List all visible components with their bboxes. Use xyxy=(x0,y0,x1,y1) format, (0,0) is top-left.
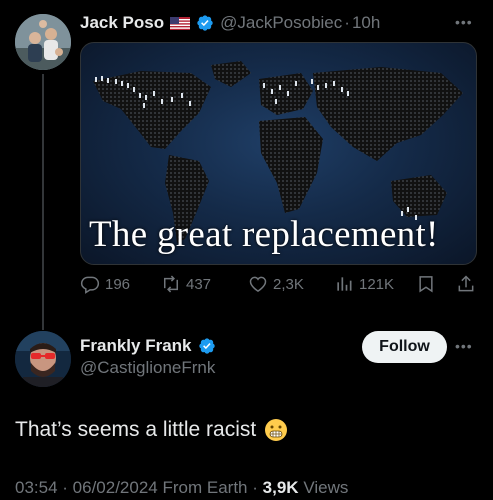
views-button[interactable]: 121K xyxy=(334,274,394,294)
action-bar: 196 437 2,3K 121K xyxy=(80,274,477,298)
bookmark-button[interactable] xyxy=(416,274,441,294)
reply-button[interactable]: 196 xyxy=(80,274,130,294)
repost-count: 437 xyxy=(186,275,212,293)
tweet-body: That’s seems a little racist xyxy=(15,418,257,441)
separator-dot: · xyxy=(344,13,350,32)
more-horizontal-icon[interactable]: ••• xyxy=(455,14,473,30)
reply-tweet-header: Frankly Frank xyxy=(80,336,216,356)
time-ago[interactable]: 10h xyxy=(352,13,380,33)
follow-button[interactable]: Follow xyxy=(362,331,447,363)
avatar-photo xyxy=(15,331,71,387)
verified-badge-icon[interactable] xyxy=(196,14,214,32)
handle[interactable]: @CastiglioneFrnk xyxy=(80,358,215,378)
tweet-metadata: 03:54 · 06/02/2024 From Earth · 3,9K Vie… xyxy=(15,478,349,497)
handle[interactable]: @JackPosobiec xyxy=(220,13,342,33)
reply-count: 196 xyxy=(105,275,131,293)
views-count: 3,9K xyxy=(262,478,299,497)
avatar-frankly-frank[interactable] xyxy=(15,331,71,387)
parent-tweet-header: Jack Poso @JackPosobiec · 10h xyxy=(80,12,380,34)
view-count: 121K xyxy=(359,275,395,293)
avatar-photo xyxy=(15,14,71,70)
bookmark-icon xyxy=(419,276,433,293)
tweet-date[interactable]: 06/02/2024 xyxy=(73,478,158,497)
display-name[interactable]: Jack Poso xyxy=(80,13,164,33)
like-button[interactable]: 2,3K xyxy=(248,274,304,294)
reply-icon xyxy=(80,276,100,294)
like-count: 2,3K xyxy=(273,275,304,293)
grimacing-face-icon xyxy=(265,419,288,441)
share-button[interactable] xyxy=(456,274,481,294)
display-name[interactable]: Frankly Frank xyxy=(80,336,192,356)
repost-icon xyxy=(164,275,178,293)
thread-connector-line xyxy=(42,74,44,330)
verified-badge-icon[interactable] xyxy=(198,337,216,355)
analytics-icon xyxy=(337,277,352,291)
more-horizontal-icon[interactable]: ••• xyxy=(455,338,473,354)
image-caption-text: The great replacement! xyxy=(89,214,439,255)
tweet-source: From Earth xyxy=(162,478,248,497)
tweet-text: That’s seems a little racist xyxy=(15,418,288,442)
tweet-media-image[interactable]: The great replacement! xyxy=(80,42,477,265)
share-icon xyxy=(458,275,474,292)
tweet-time[interactable]: 03:54 xyxy=(15,478,58,497)
us-flag-icon xyxy=(170,16,191,30)
avatar-jack-poso[interactable] xyxy=(15,14,71,70)
repost-button[interactable]: 437 xyxy=(161,274,211,294)
views-label: Views xyxy=(303,478,349,497)
heart-icon xyxy=(249,276,267,292)
